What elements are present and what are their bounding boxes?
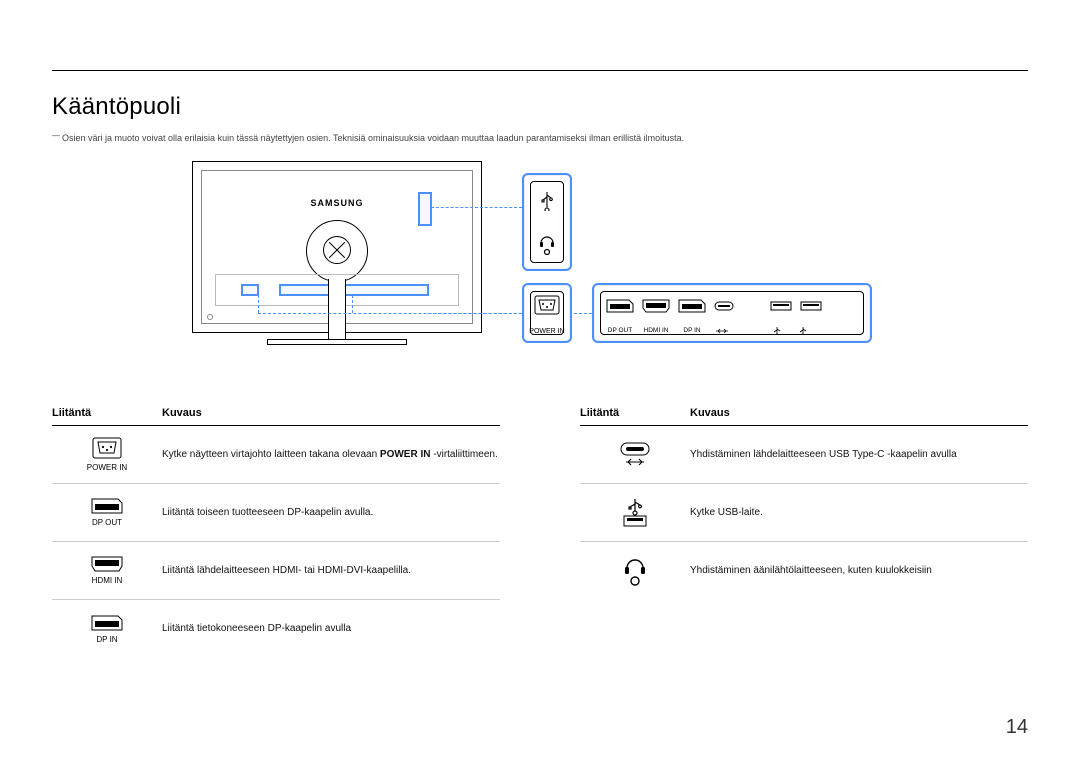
kensington-lock-icon xyxy=(207,314,213,320)
leader-hports-v xyxy=(352,295,353,313)
port-cell: DP IN xyxy=(52,615,162,644)
port-cell: POWER IN xyxy=(52,437,162,472)
port-label: POWER IN xyxy=(87,463,127,472)
usb-sym-icon xyxy=(770,327,788,335)
usb-a-port-icon xyxy=(770,301,792,311)
hports-labels: DP OUT HDMI IN DP IN xyxy=(606,327,858,335)
callout-usb-headphone xyxy=(522,173,572,271)
table-header: Liitäntä Kuvaus xyxy=(580,403,1028,426)
port-desc: Liitäntä tietokoneeseen DP-kaapelin avul… xyxy=(162,622,500,636)
table-row: DP OUT Liitäntä toiseen tuotteeseen DP-k… xyxy=(52,484,500,542)
usb-c-port-icon xyxy=(714,301,734,311)
headphone-icon xyxy=(538,233,556,255)
th-desc: Kuvaus xyxy=(162,407,500,419)
port-desc: Yhdistäminen lähdelaitteeseen USB Type-C… xyxy=(690,448,1028,462)
table-row: Kytke USB-laite. xyxy=(580,484,1028,542)
leader-power-v xyxy=(258,295,259,313)
th-port: Liitäntä xyxy=(52,407,162,419)
port-cell xyxy=(580,498,690,528)
port-label: DP OUT xyxy=(92,518,122,527)
highlight-power-area xyxy=(241,284,259,296)
hdmi-in-port-icon xyxy=(642,299,670,313)
usb-sym-icon xyxy=(796,327,814,335)
callout-power: POWER IN xyxy=(522,283,572,343)
hdmi-in-label: HDMI IN xyxy=(642,327,670,335)
dp-port-icon xyxy=(91,615,123,631)
dp-port-icon xyxy=(91,498,123,514)
dp-in-port-icon xyxy=(678,299,706,313)
iec-power-icon xyxy=(92,437,122,459)
port-desc: Liitäntä toiseen tuotteeseen DP-kaapelin… xyxy=(162,506,500,520)
table-row: POWER IN Kytke näytteen virtajohto laitt… xyxy=(52,426,500,484)
port-tables: Liitäntä Kuvaus POWER IN Kytke näytteen … xyxy=(52,403,1028,658)
usb-a-port-icon xyxy=(620,498,650,528)
disclaimer-note: Osien väri ja muoto voivat olla erilaisi… xyxy=(52,133,1028,143)
usb-c-sym-icon xyxy=(714,327,734,335)
dp-in-label: DP IN xyxy=(678,327,706,335)
usb-a-port-icon xyxy=(800,301,822,311)
port-cell xyxy=(580,442,690,468)
usb-c-port-icon xyxy=(620,442,650,468)
table-row: Yhdistäminen äänilähtölaitteeseen, kuten… xyxy=(580,542,1028,600)
port-label: DP IN xyxy=(96,635,117,644)
th-port: Liitäntä xyxy=(580,407,690,419)
port-desc: Liitäntä lähdelaitteeseen HDMI- tai HDMI… xyxy=(162,564,500,578)
dp-out-label: DP OUT xyxy=(606,327,634,335)
th-desc: Kuvaus xyxy=(690,407,1028,419)
port-cell: HDMI IN xyxy=(52,556,162,585)
top-rule xyxy=(52,70,1028,71)
stand-neck xyxy=(328,279,346,341)
dp-out-port-icon xyxy=(606,299,634,313)
table-row: DP IN Liitäntä tietokoneeseen DP-kaapeli… xyxy=(52,600,500,658)
desc-post: -virtaliittimeen. xyxy=(430,449,497,460)
port-desc: Kytke näytteen virtajohto laitteen takan… xyxy=(162,448,500,462)
page-number: 14 xyxy=(1006,716,1028,739)
callout-hports: DP OUT HDMI IN DP IN xyxy=(592,283,872,343)
highlight-usb-hp-area xyxy=(418,192,432,226)
desc-pre: Kytke näytteen virtajohto laitteen takan… xyxy=(162,449,380,460)
rear-diagram: SAMSUNG xyxy=(192,161,1028,381)
port-table-left: Liitäntä Kuvaus POWER IN Kytke näytteen … xyxy=(52,403,500,658)
table-row: Yhdistäminen lähdelaitteeseen USB Type-C… xyxy=(580,426,1028,484)
page-title: Kääntöpuoli xyxy=(52,93,1028,121)
port-table-right: Liitäntä Kuvaus Yhdistäminen lähdelaitte… xyxy=(580,403,1028,658)
stand-mount-cross xyxy=(323,236,351,264)
highlight-hports-area xyxy=(279,284,429,296)
hdmi-port-icon xyxy=(91,556,123,572)
stand-base xyxy=(267,339,407,345)
port-cell: DP OUT xyxy=(52,498,162,527)
port-desc: Kytke USB-laite. xyxy=(690,506,1028,520)
power-in-label: POWER IN xyxy=(524,328,570,335)
monitor-back-illustration: SAMSUNG xyxy=(192,161,482,361)
headphone-icon xyxy=(623,556,647,586)
leader-usb xyxy=(431,207,522,208)
usb-icon xyxy=(538,191,556,211)
manual-page: Kääntöpuoli Osien väri ja muoto voivat o… xyxy=(0,0,1080,763)
port-desc: Yhdistäminen äänilähtölaitteeseen, kuten… xyxy=(690,564,1028,578)
port-cell xyxy=(580,556,690,586)
port-label: HDMI IN xyxy=(92,576,123,585)
table-row: HDMI IN Liitäntä lähdelaitteeseen HDMI- … xyxy=(52,542,500,600)
hports-row xyxy=(606,299,858,313)
table-header: Liitäntä Kuvaus xyxy=(52,403,500,426)
iec-power-icon xyxy=(534,295,560,315)
desc-bold: POWER IN xyxy=(380,449,431,460)
brand-logo: SAMSUNG xyxy=(310,198,363,208)
